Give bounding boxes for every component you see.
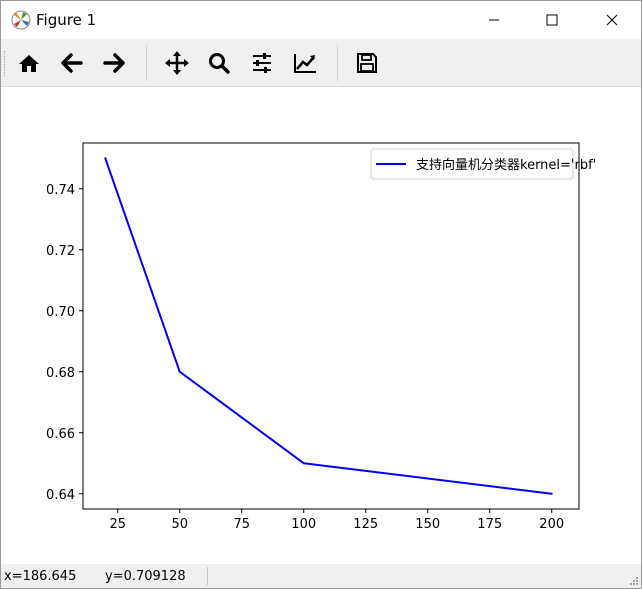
title-bar[interactable]: Figure 1 xyxy=(1,1,641,39)
status-bar: x=186.645 y=0.709128 xyxy=(1,564,641,588)
sliders-icon xyxy=(253,53,271,73)
y-tick-label: 0.74 xyxy=(46,183,75,198)
data-point xyxy=(302,462,305,465)
zoom-button[interactable] xyxy=(203,47,235,79)
cursor-x-readout: x=186.645 xyxy=(4,569,77,584)
figure-canvas[interactable]: 25 50 75 100 125 150 175 200 0.64 0.66 0.68 0.70 0.7… xyxy=(1,87,641,564)
minimize-icon xyxy=(489,19,499,21)
y-tick-label: 0.68 xyxy=(46,366,75,381)
pan-button[interactable] xyxy=(161,47,193,79)
floppy-disk-icon xyxy=(357,53,377,73)
status-separator xyxy=(207,567,208,585)
data-point xyxy=(550,492,553,495)
close-icon xyxy=(606,14,618,26)
y-tick-label: 0.72 xyxy=(46,244,75,259)
y-tick-label: 0.70 xyxy=(46,305,75,320)
cursor-y-readout: y=0.709128 xyxy=(105,569,186,584)
x-tick-label: 75 xyxy=(233,517,250,532)
navigation-toolbar xyxy=(1,39,641,87)
x-tick-label: 150 xyxy=(415,517,440,532)
x-tick-label: 125 xyxy=(353,517,378,532)
y-tick-label: 0.66 xyxy=(46,427,75,442)
minimize-button[interactable] xyxy=(471,1,517,39)
data-point xyxy=(104,157,107,160)
toolbar-separator xyxy=(146,45,147,81)
window-title: Figure 1 xyxy=(36,11,97,29)
x-tick-label: 25 xyxy=(109,517,126,532)
arrow-left-icon xyxy=(61,53,83,73)
close-button[interactable] xyxy=(589,1,635,39)
line-chart-icon xyxy=(294,54,316,73)
legend-label: 支持向量机分类器kernel='rbf' xyxy=(416,157,596,173)
data-point xyxy=(178,370,181,373)
y-tick-label: 0.64 xyxy=(46,488,75,503)
configure-subplots-button[interactable] xyxy=(246,47,278,79)
edit-axes-button[interactable] xyxy=(289,47,321,79)
x-tick-label: 175 xyxy=(477,517,502,532)
resize-grip-icon[interactable] xyxy=(629,576,639,586)
maximize-icon xyxy=(546,14,558,26)
legend: 支持向量机分类器kernel='rbf' xyxy=(370,148,596,180)
axes-frame xyxy=(82,142,580,510)
maximize-button[interactable] xyxy=(529,1,575,39)
figure-window: Figure 1 25 50 75 100 125 150 175 200 0.… xyxy=(0,0,642,589)
save-button[interactable] xyxy=(351,47,383,79)
x-tick-label: 100 xyxy=(291,517,316,532)
toolbar-grip[interactable] xyxy=(4,51,8,77)
move-arrows-icon xyxy=(165,51,189,75)
x-tick-label: 200 xyxy=(539,517,564,532)
arrow-right-icon xyxy=(103,53,125,73)
plot-svg[interactable]: 25 50 75 100 125 150 175 200 0.64 0.66 0.68 0.70 0.7… xyxy=(1,87,641,564)
magnifier-icon xyxy=(209,53,230,74)
home-button[interactable] xyxy=(13,47,45,79)
back-button[interactable] xyxy=(56,47,88,79)
forward-button[interactable] xyxy=(98,47,130,79)
x-tick-label: 50 xyxy=(171,517,188,532)
matplotlib-logo-icon xyxy=(11,10,31,30)
home-icon xyxy=(19,55,39,72)
toolbar-separator xyxy=(337,45,338,81)
